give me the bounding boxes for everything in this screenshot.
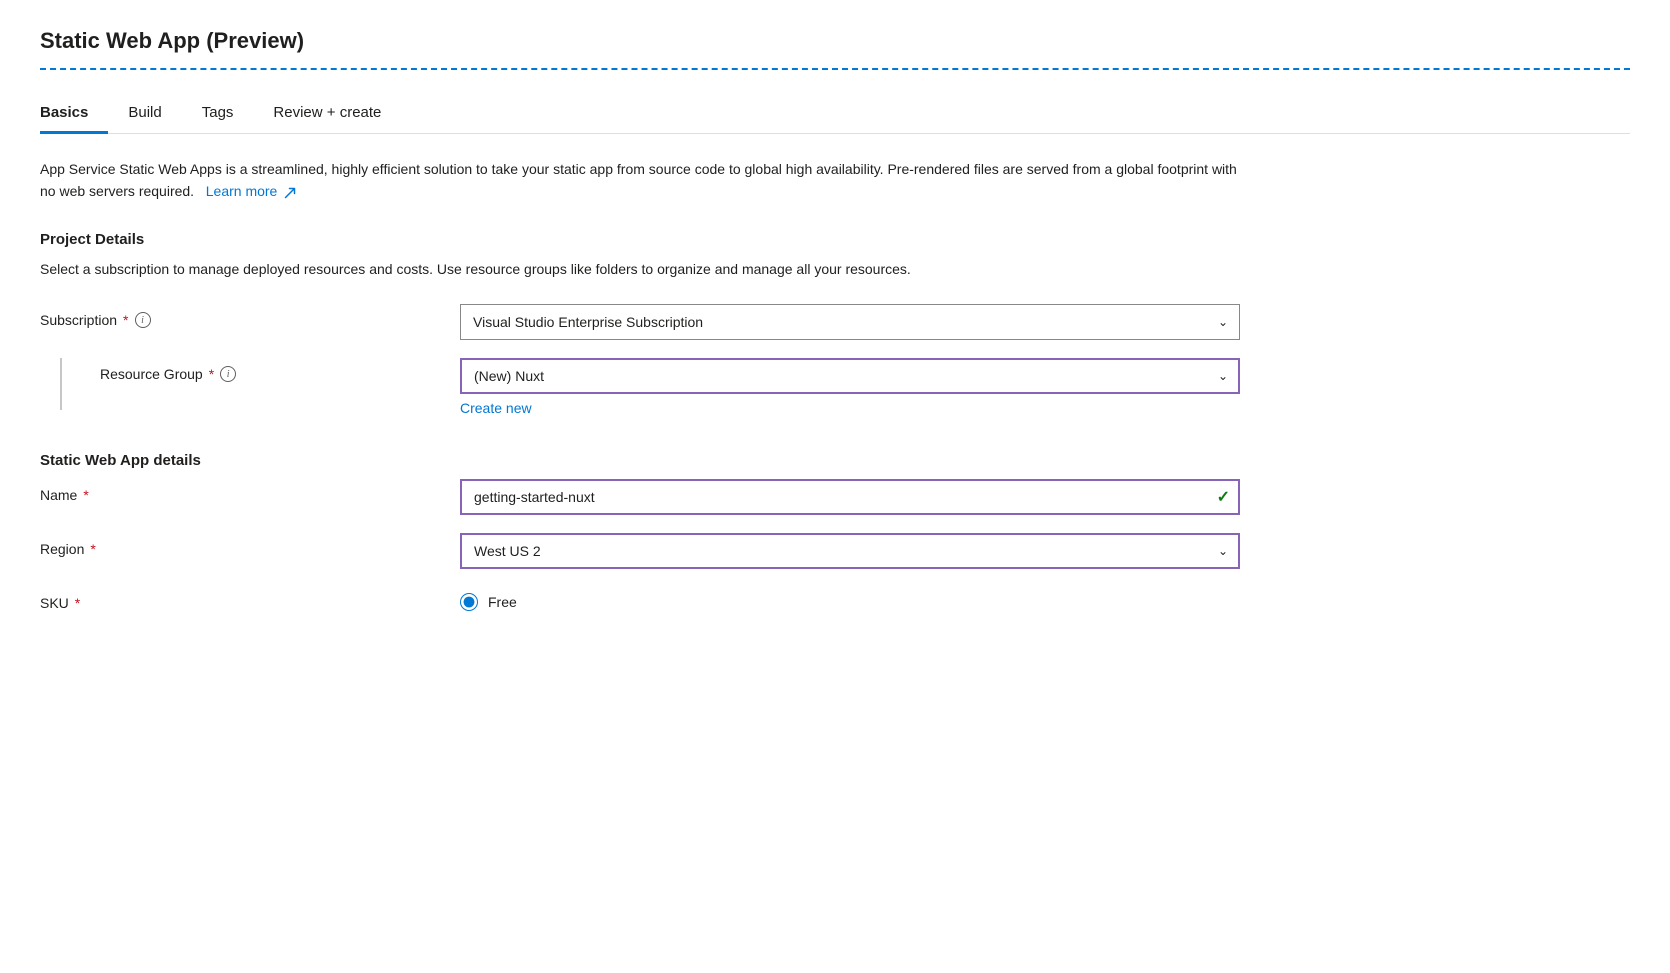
resource-group-container: Resource Group * i (New) Nuxt ⌄ Create n… [40,358,1630,416]
region-row: Region * West US 2 ⌄ [40,533,1630,569]
project-details-section: Project Details Select a subscription to… [40,231,1630,416]
sku-row: SKU * Free [40,587,1630,611]
description-text: App Service Static Web Apps is a streaml… [40,158,1240,203]
divider [40,68,1630,70]
region-input-col: West US 2 ⌄ [460,533,1240,569]
sku-input-col: Free [460,587,1240,611]
region-required: * [90,541,95,557]
tab-basics[interactable]: Basics [40,94,108,134]
name-label-col: Name * [40,479,460,503]
region-select-wrapper: West US 2 ⌄ [460,533,1240,569]
resource-group-input-col: (New) Nuxt ⌄ Create new [460,358,1240,416]
static-web-app-details-section: Static Web App details Name * ✓ Region * [40,452,1630,611]
name-input-col: ✓ [460,479,1240,515]
subscription-row: Subscription * i Visual Studio Enterpris… [40,304,1630,340]
name-required: * [83,487,88,503]
resource-group-label-col: Resource Group * i [100,358,460,382]
sku-label-col: SKU * [40,587,460,611]
resource-group-select[interactable]: (New) Nuxt [460,358,1240,394]
resource-group-required: * [209,366,214,382]
region-label-col: Region * [40,533,460,557]
create-new-link[interactable]: Create new [460,400,532,416]
learn-more-link[interactable]: Learn more [202,183,296,199]
indent-container [40,358,100,410]
resource-group-info-icon[interactable]: i [220,366,236,382]
static-web-app-details-heading: Static Web App details [40,452,1630,469]
external-link-icon [284,187,296,199]
page-container: Static Web App (Preview) Basics Build Ta… [0,0,1670,687]
subscription-info-icon[interactable]: i [135,312,151,328]
sku-free-radio[interactable] [460,593,478,611]
tab-build[interactable]: Build [108,94,181,134]
subscription-select-wrapper: Visual Studio Enterprise Subscription ⌄ [460,304,1240,340]
subscription-required: * [123,312,128,328]
name-input-wrapper: ✓ [460,479,1240,515]
sku-free-label: Free [488,594,517,610]
project-details-subtext: Select a subscription to manage deployed… [40,258,1240,280]
vert-line [60,358,62,410]
sku-radio-group: Free [460,587,1240,611]
region-select[interactable]: West US 2 [460,533,1240,569]
name-input[interactable] [460,479,1240,515]
sku-required: * [75,595,80,611]
name-check-icon: ✓ [1217,487,1230,507]
tab-tags[interactable]: Tags [182,94,254,134]
resource-group-select-wrapper: (New) Nuxt ⌄ [460,358,1240,394]
subscription-select[interactable]: Visual Studio Enterprise Subscription [460,304,1240,340]
subscription-label-col: Subscription * i [40,304,460,328]
name-row: Name * ✓ [40,479,1630,515]
tab-review-create[interactable]: Review + create [253,94,401,134]
tabs-nav: Basics Build Tags Review + create [40,94,1630,134]
project-details-heading: Project Details [40,231,1630,248]
subscription-input-col: Visual Studio Enterprise Subscription ⌄ [460,304,1240,340]
page-title: Static Web App (Preview) [40,28,1630,54]
